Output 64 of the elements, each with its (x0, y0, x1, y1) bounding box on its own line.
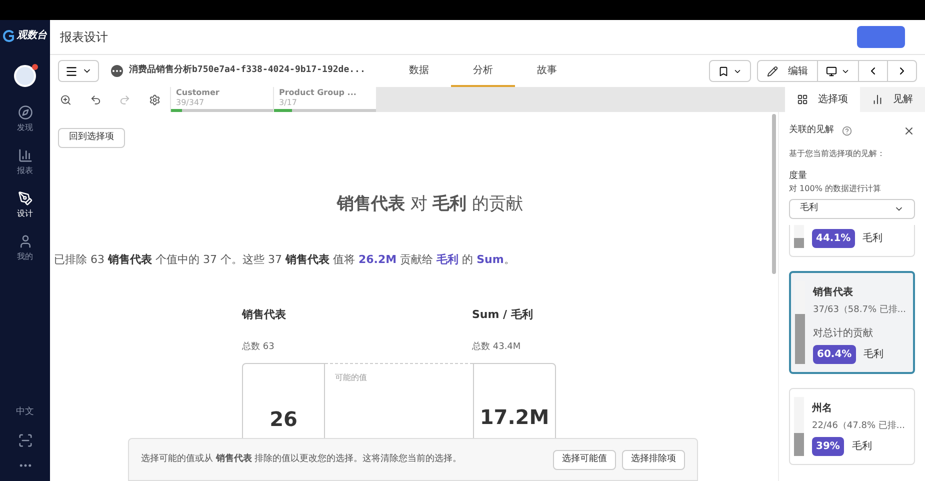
column-total: 总数 63 (242, 341, 276, 354)
percent-badge: 60.4% (813, 344, 856, 364)
chart-icon (18, 148, 32, 163)
toast-button[interactable]: 选择排除项 (622, 450, 685, 470)
monitor-icon (826, 66, 837, 76)
selection-chip[interactable]: Customer 39/347 (171, 87, 273, 112)
compass-icon (18, 105, 32, 120)
menu-button[interactable] (58, 60, 99, 82)
chart-title: 销售代表 对 毛利 的贡献 (336, 192, 524, 216)
measure-label: 度量 (789, 170, 808, 182)
settings-icon[interactable] (148, 94, 160, 106)
chart-search-icon (872, 94, 883, 105)
toast-button[interactable]: 选择可能值 (553, 450, 616, 470)
percent-badge: 44.1% (812, 229, 855, 248)
percent-badge: 39% (812, 437, 844, 456)
nav-item[interactable]: 我的 (17, 234, 33, 263)
card-detail: 22/46（47.8% 已排... (812, 420, 905, 432)
card-detail: 37/63（58.7% 已排... (813, 304, 906, 317)
person-icon (18, 234, 32, 249)
back-to-selections-button[interactable]: 回到选择项 (58, 128, 125, 148)
card-title: 销售代表 (813, 286, 854, 300)
tab[interactable]: 数据 (387, 55, 451, 87)
undo-icon[interactable] (90, 94, 101, 106)
toast-message: 选择可能的值或从 销售代表 排除的值以更改您的选择。这将清除您当前的选择。 (141, 452, 463, 466)
zoom-icon[interactable] (60, 94, 72, 106)
insights-subtitle: 基于您当前选择项的见解： (789, 148, 886, 160)
card-title: 州名 (812, 402, 833, 416)
app-name: 消费品销售分析b750e7a4-f338-4024-9b17-192de... (129, 64, 366, 78)
insight-card[interactable]: 销售代表 37/63（58.7% 已排... 对总计的贡献 60.4% 毛利 (789, 271, 915, 374)
measure-note: 对 100% 的数据进行计算 (789, 183, 882, 195)
app-icon (111, 65, 123, 77)
menu-icon (65, 64, 78, 78)
card-caption: 对总计的贡献 (813, 326, 874, 340)
pencil-icon (767, 66, 778, 76)
page-title: 报表设计 (60, 29, 108, 46)
avatar[interactable] (14, 65, 36, 87)
column-header: 销售代表 (242, 306, 286, 323)
column-header: Sum / 毛利 (472, 306, 534, 323)
insight-card[interactable]: 44.1% 毛利 (789, 225, 915, 257)
panel-tab[interactable]: 选择项 (785, 87, 860, 112)
nav-item[interactable]: 报表 (17, 148, 33, 177)
measure-text: 毛利 (862, 232, 883, 246)
insight-card[interactable]: 州名 22/46（47.8% 已排... 39% 毛利 (789, 388, 915, 465)
bookmark-button[interactable] (709, 60, 751, 82)
summary-text: 已排除 63 销售代表 个值中的 37 个。这些 37 销售代表 值将 26.2M 贡献给 毛利 的 Sum。 (53, 252, 516, 268)
selection-chip[interactable]: Product Group ... 3/17 (274, 87, 376, 112)
measure-dropdown[interactable]: 毛利 (789, 199, 915, 219)
language-link[interactable]: 中文 (16, 406, 34, 419)
help-icon[interactable] (842, 126, 852, 136)
scrollbar[interactable] (772, 114, 776, 274)
measure-text: 毛利 (852, 440, 872, 454)
bookmark-icon (718, 66, 729, 76)
logo-icon (3, 30, 15, 42)
column-total: 总数 43.4M (472, 341, 522, 354)
fullscreen-icon[interactable] (18, 433, 32, 448)
nav-item[interactable]: 发现 (17, 105, 33, 134)
panel-tab[interactable]: 见解 (860, 87, 925, 112)
nav-item[interactable]: 设计 (17, 191, 33, 220)
grid-icon (797, 94, 808, 105)
close-icon[interactable] (903, 124, 915, 137)
tab[interactable]: 故事 (515, 55, 579, 87)
logo-text: 观数台 (17, 28, 47, 43)
measure-text: 毛利 (864, 348, 884, 362)
insights-title: 关联的见解 (789, 124, 834, 137)
